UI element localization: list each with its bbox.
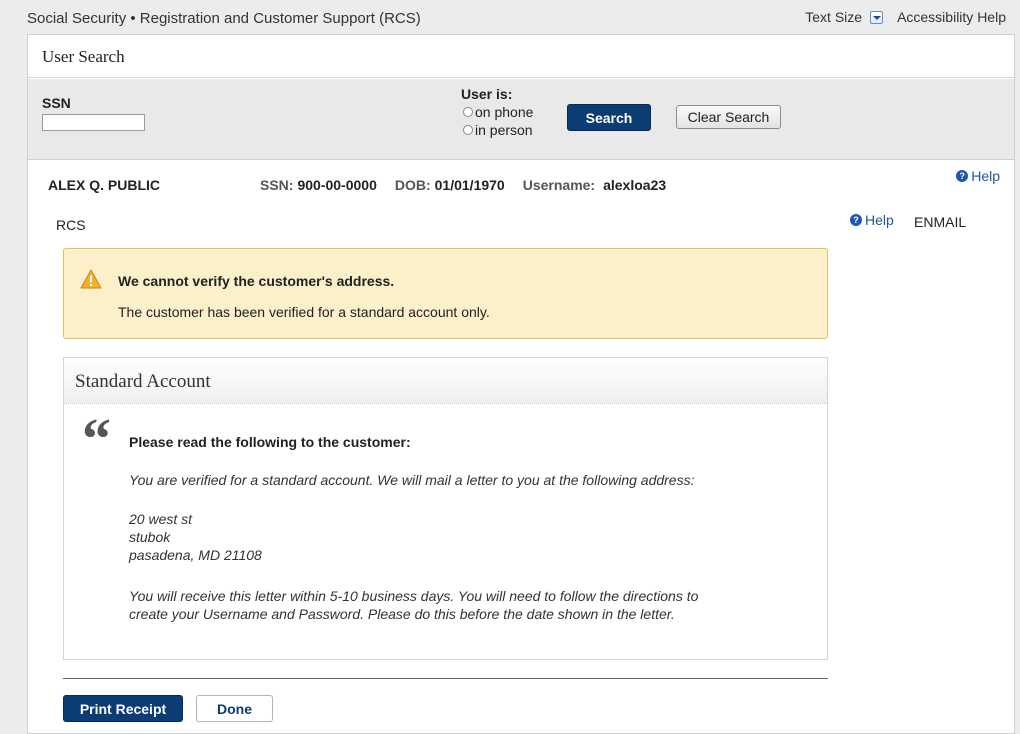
username-field-label: Username: bbox=[522, 177, 596, 193]
top-bar: Social Security • Registration and Custo… bbox=[0, 0, 1020, 34]
help-label: Help bbox=[865, 212, 894, 228]
radio-icon[interactable] bbox=[463, 107, 473, 117]
ssn-field-label: SSN: bbox=[260, 177, 294, 193]
alert-message: The customer has been verified for a sta… bbox=[118, 304, 490, 320]
top-right-links: Text Size Accessibility Help bbox=[805, 9, 1006, 25]
help-icon: ? bbox=[956, 170, 969, 182]
text-size-label[interactable]: Text Size bbox=[805, 9, 862, 25]
dob-field-label: DOB: bbox=[394, 177, 431, 193]
customer-dob: 01/01/1970 bbox=[434, 177, 505, 193]
section-code: ENMAIL bbox=[914, 214, 967, 230]
warning-icon bbox=[80, 269, 102, 289]
page-title: User Search bbox=[28, 35, 1014, 78]
script-closing-line-1: You will receive this letter within 5-10… bbox=[129, 588, 699, 604]
done-button[interactable]: Done bbox=[196, 695, 273, 722]
clear-search-button[interactable]: Clear Search bbox=[676, 105, 781, 129]
read-heading: Please read the following to the custome… bbox=[129, 434, 411, 450]
script-closing-line-2: create your Username and Password. Pleas… bbox=[129, 606, 675, 622]
app-title: Social Security • Registration and Custo… bbox=[27, 10, 421, 27]
divider bbox=[63, 678, 828, 679]
ssn-label: SSN bbox=[42, 95, 71, 111]
help-icon: ? bbox=[850, 214, 862, 226]
standard-account-title: Standard Account bbox=[64, 358, 827, 404]
script-intro: You are verified for a standard account.… bbox=[129, 472, 695, 488]
chevron-down-icon[interactable] bbox=[870, 10, 884, 24]
customer-name: ALEX Q. PUBLIC bbox=[48, 177, 161, 193]
ssn-input[interactable] bbox=[42, 114, 145, 131]
address-line-2: stubok bbox=[129, 529, 171, 545]
alert-title: We cannot verify the customer's address. bbox=[118, 273, 395, 289]
user-is-label: User is: bbox=[461, 86, 513, 102]
search-button[interactable]: Search bbox=[567, 104, 651, 131]
radio-label-on-phone: on phone bbox=[475, 104, 534, 120]
accessibility-help-link[interactable]: Accessibility Help bbox=[897, 9, 1006, 25]
customer-ssn: 900-00-0000 bbox=[297, 177, 377, 193]
radio-in-person[interactable]: in person bbox=[463, 122, 533, 138]
radio-icon[interactable] bbox=[463, 125, 473, 135]
address-line-1: 20 west st bbox=[129, 511, 193, 527]
main-panel: User Search SSN User is: on phone in per… bbox=[27, 34, 1015, 734]
warning-alert: We cannot verify the customer's address.… bbox=[63, 248, 828, 339]
search-bar: SSN User is: on phone in person Search C… bbox=[28, 79, 1014, 160]
customer-username: alexloa23 bbox=[603, 177, 667, 193]
section-label: RCS bbox=[56, 217, 86, 233]
help-link-section[interactable]: ? Help bbox=[850, 212, 894, 228]
address-line-3: pasadena, MD 21108 bbox=[129, 547, 262, 563]
radio-on-phone[interactable]: on phone bbox=[463, 104, 533, 120]
radio-label-in-person: in person bbox=[475, 122, 533, 138]
standard-account-panel: Standard Account “ Please read the follo… bbox=[63, 357, 828, 660]
customer-summary: ALEX Q. PUBLIC SSN: 900-00-0000 DOB: 01/… bbox=[48, 177, 684, 193]
print-receipt-button[interactable]: Print Receipt bbox=[63, 695, 183, 722]
quote-icon: “ bbox=[82, 406, 111, 471]
help-label: Help bbox=[971, 168, 1000, 184]
help-link-top[interactable]: ? Help bbox=[956, 168, 1000, 184]
